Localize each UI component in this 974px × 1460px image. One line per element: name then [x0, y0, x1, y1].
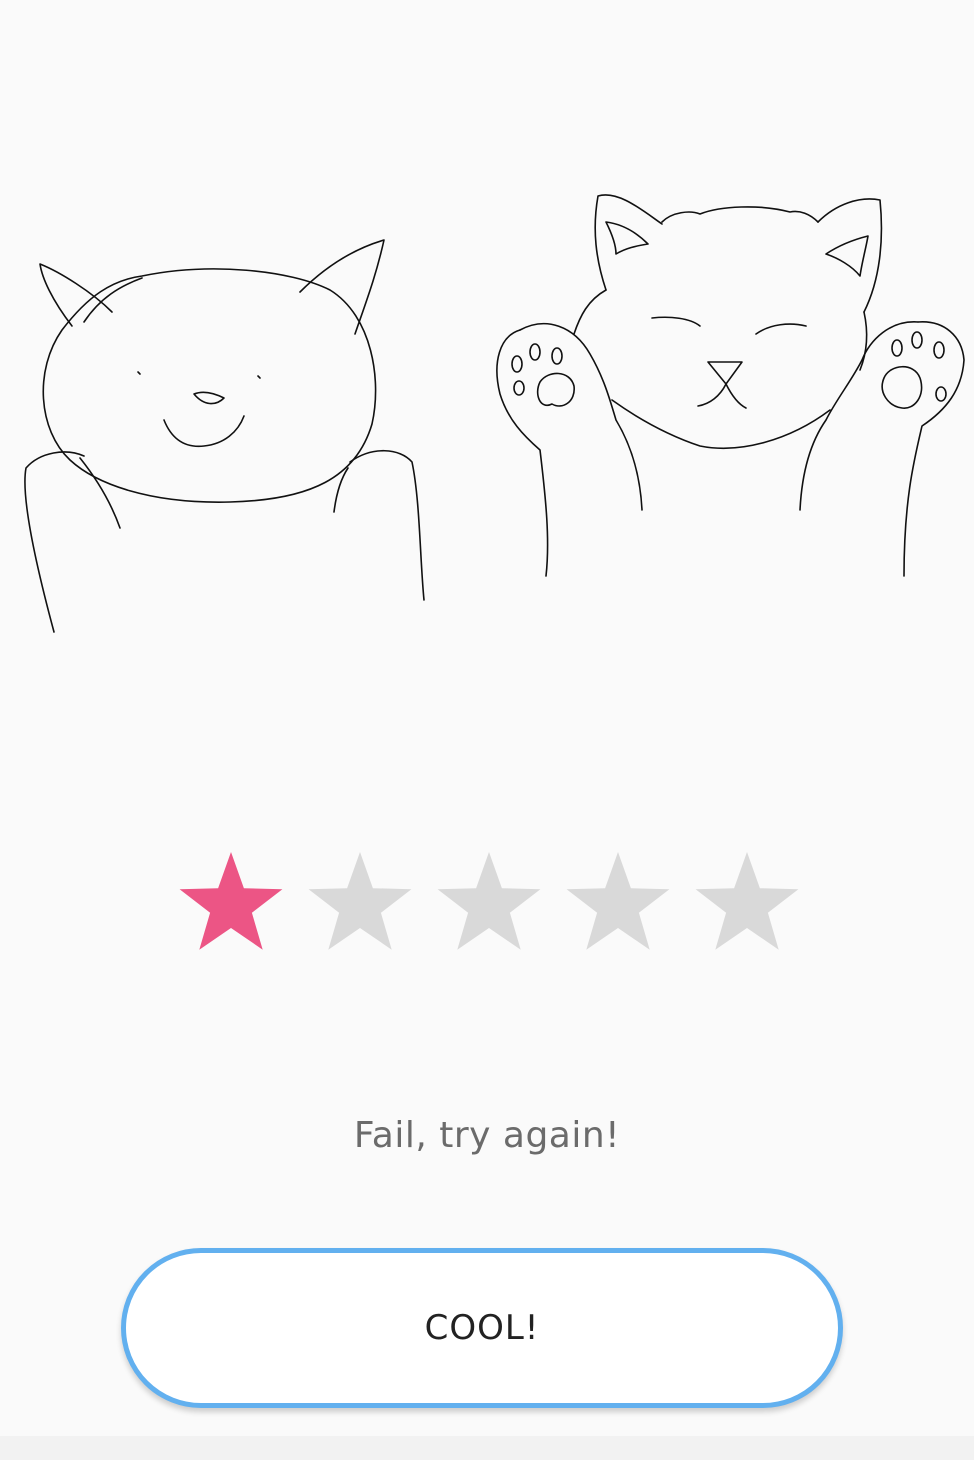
reference-drawing [496, 194, 965, 577]
result-screen: Fail, try again! COOL! [0, 0, 974, 1460]
star-empty-icon [695, 852, 799, 950]
star-empty-icon [437, 852, 541, 950]
star-rating [175, 848, 815, 964]
result-message: Fail, try again! [353, 1115, 621, 1156]
user-drawing [24, 239, 425, 633]
star-empty-icon [308, 852, 412, 950]
cool-button[interactable]: COOL! [121, 1248, 843, 1408]
star-filled-icon [179, 852, 283, 950]
bottom-edge [0, 1436, 974, 1460]
drawings-area [24, 194, 965, 633]
star-empty-icon [566, 852, 670, 950]
cool-button-label: COOL! [424, 1308, 540, 1348]
